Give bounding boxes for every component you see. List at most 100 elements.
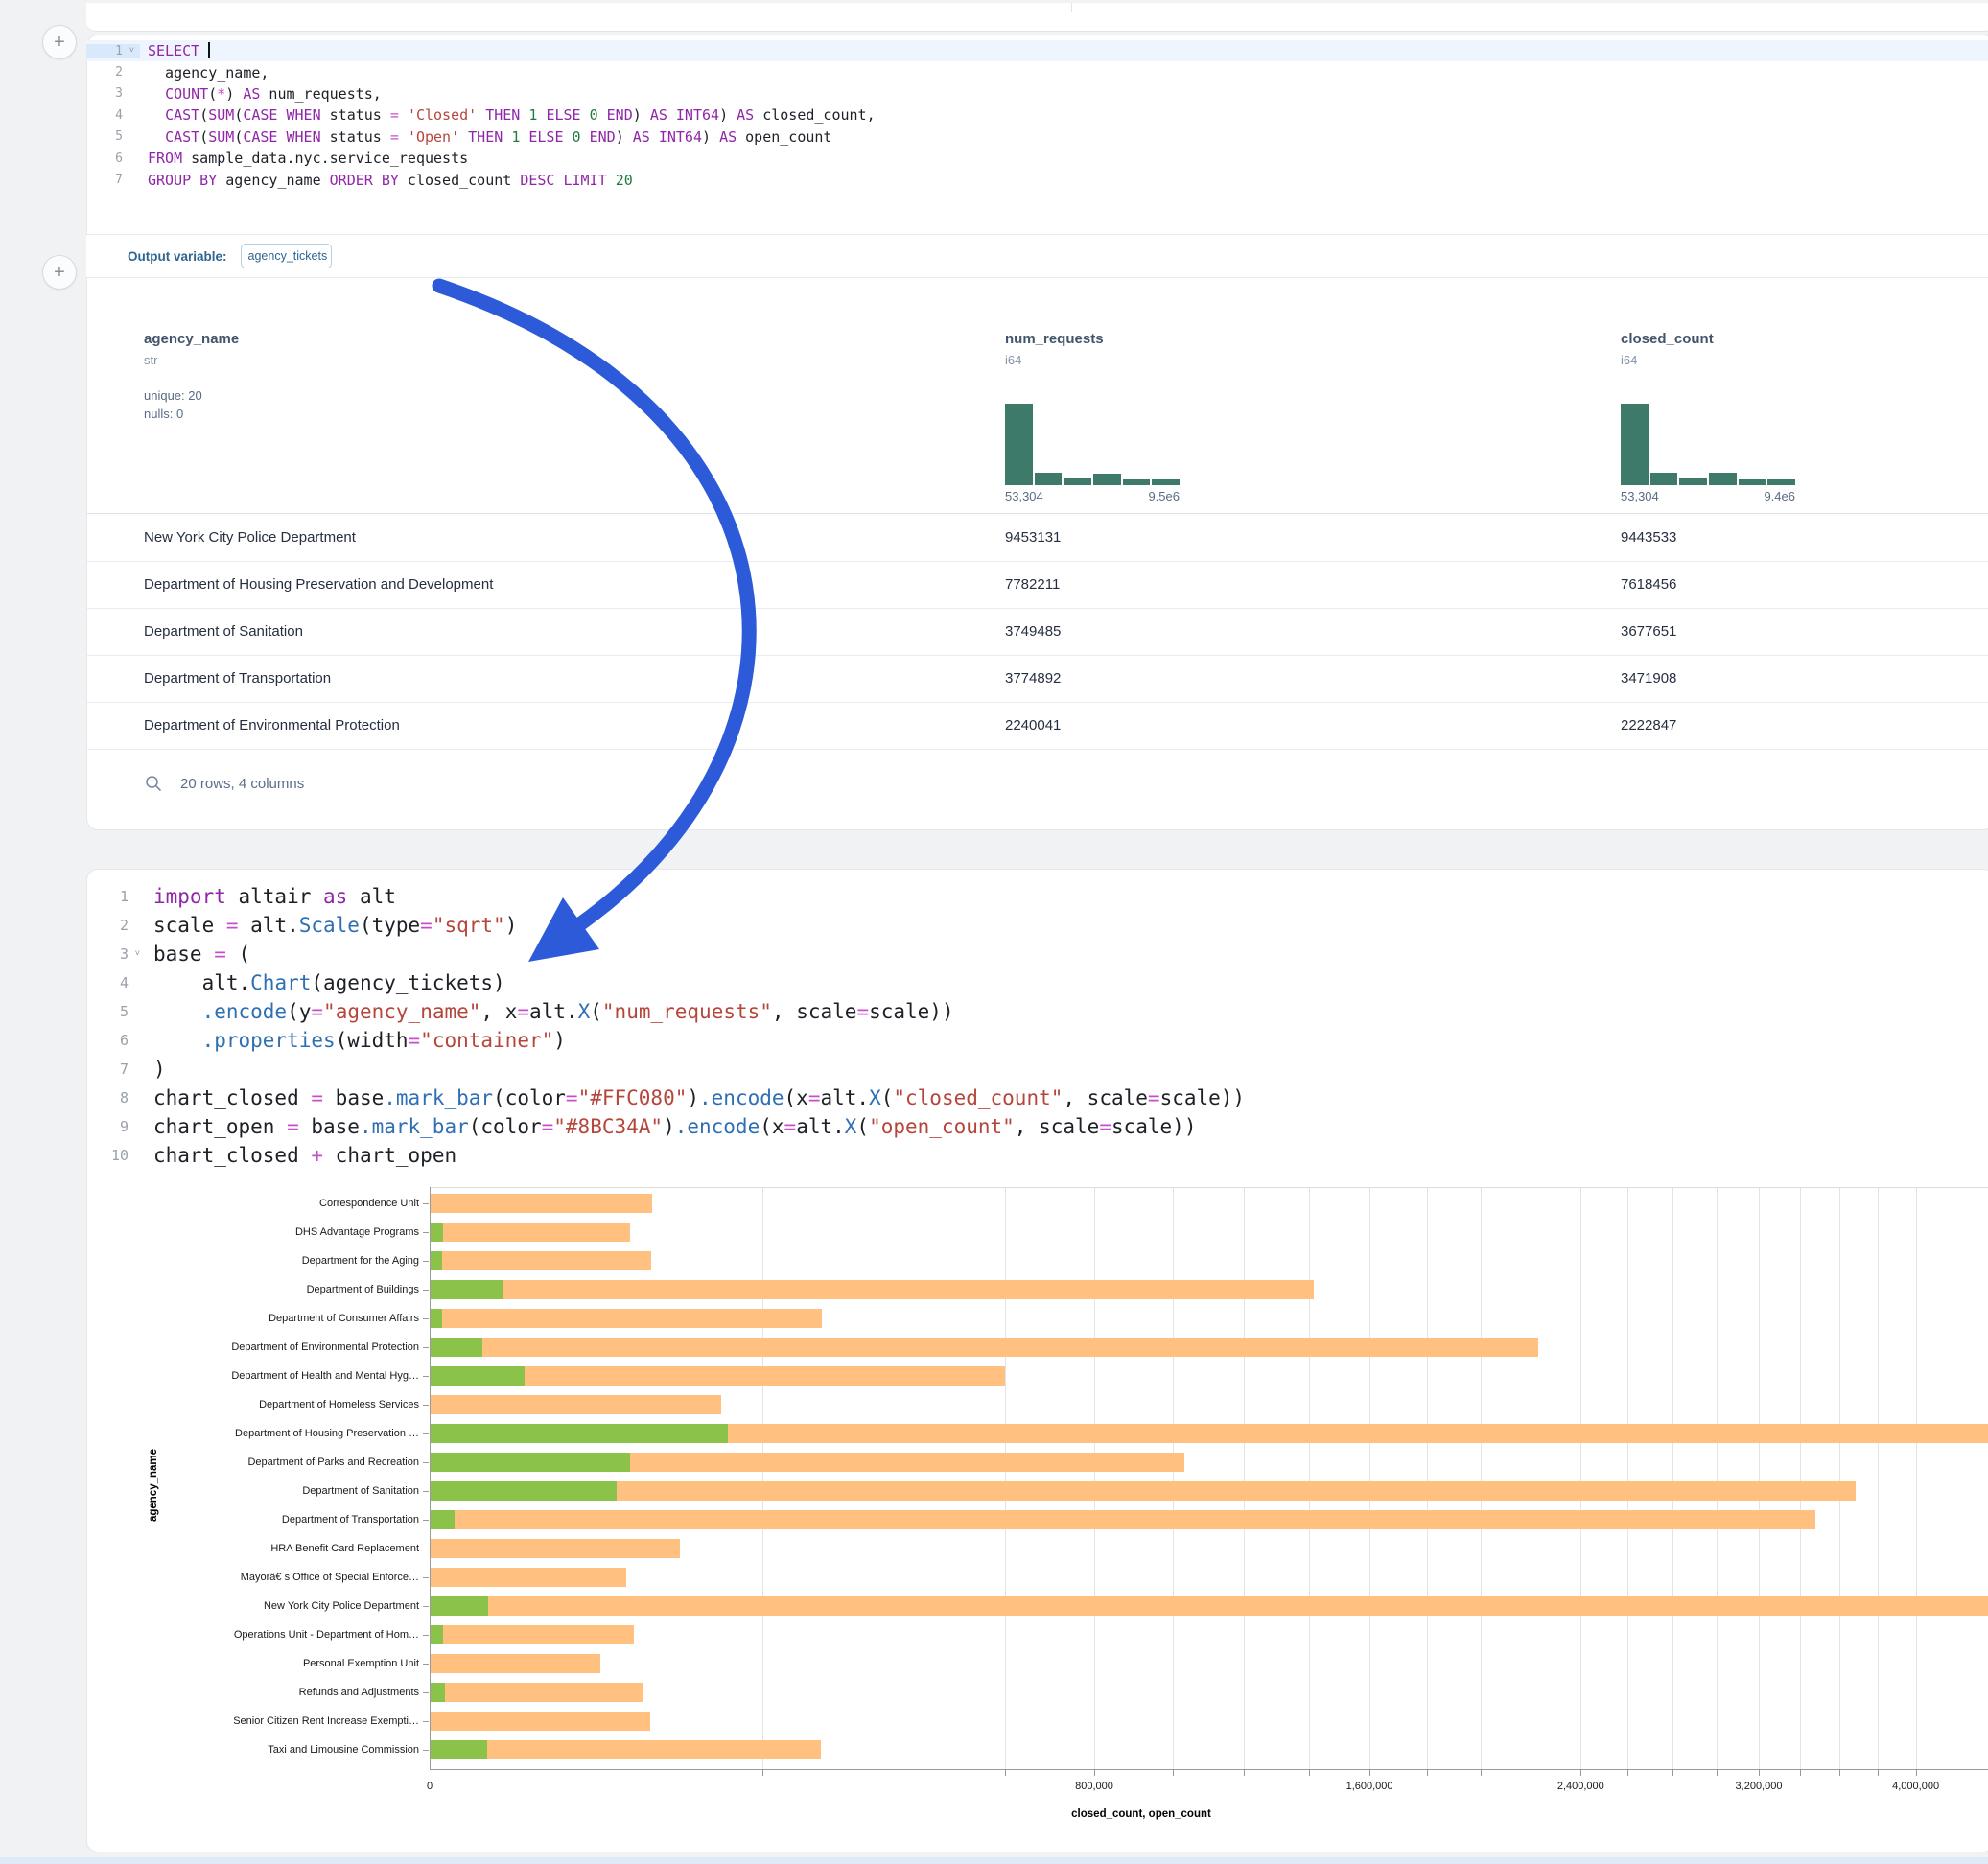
code-line[interactable]: 3 COUNT(*) AS num_requests, <box>86 83 1988 105</box>
code-line[interactable]: 8chart_closed = base.mark_bar(color="#FF… <box>92 1083 1988 1112</box>
line-number: 1˅ <box>86 44 140 58</box>
output-variable-pill[interactable]: agency_tickets <box>241 244 332 268</box>
line-number: 1 <box>92 888 146 905</box>
plus-icon: + <box>54 32 65 54</box>
code-line[interactable]: 1˅SELECT <box>86 40 1988 61</box>
code-line[interactable]: 5 CAST(SUM(CASE WHEN status = 'Open' THE… <box>86 127 1988 148</box>
code-line[interactable]: 10chart_closed + chart_open <box>92 1141 1988 1170</box>
table-header-divider <box>86 513 1988 514</box>
y-axis-category-label: Department of Health and Mental Hyg… <box>131 1370 419 1382</box>
bar-open-count <box>431 1740 487 1759</box>
code-line[interactable]: 3˅base = ( <box>92 940 1988 968</box>
y-axis-tick <box>423 1577 429 1578</box>
bar-closed-count <box>431 1654 600 1673</box>
x-axis-tick <box>1627 1770 1628 1776</box>
column-stat-unique: unique: 20 <box>144 388 239 403</box>
line-number: 3˅ <box>92 945 146 963</box>
code-line[interactable]: 4 CAST(SUM(CASE WHEN status = 'Closed' T… <box>86 105 1988 126</box>
chart-gridline <box>1173 1187 1174 1769</box>
code-text: ) <box>146 1058 166 1081</box>
bar-closed-count <box>431 1395 721 1414</box>
search-icon[interactable] <box>144 774 163 793</box>
y-axis-tick <box>423 1462 429 1463</box>
bar-open-count <box>431 1424 728 1443</box>
column-type: str <box>144 353 239 367</box>
chart-gridline <box>1481 1187 1482 1769</box>
column-name: agency_name <box>144 331 239 347</box>
column-header-agency-name[interactable]: agency_name str unique: 20 nulls: 0 <box>144 331 239 421</box>
y-axis-tick <box>423 1606 429 1607</box>
table-cell: Department of Sanitation <box>144 623 303 640</box>
code-line[interactable]: 6 .properties(width="container") <box>92 1026 1988 1055</box>
x-axis-tick-label: 800,000 <box>1075 1781 1113 1792</box>
chart-gridline <box>1916 1187 1917 1769</box>
line-number: 9 <box>92 1118 146 1135</box>
chart-gridline <box>1878 1187 1879 1769</box>
chart-gridline <box>1839 1187 1840 1769</box>
add-cell-button-middle[interactable]: + <box>42 255 77 290</box>
x-axis-tick <box>1481 1770 1482 1776</box>
bar-closed-count <box>431 1280 1314 1299</box>
table-cell: Department of Transportation <box>144 670 331 687</box>
code-line[interactable]: 6FROM sample_data.nyc.service_requests <box>86 148 1988 169</box>
y-axis-category-label: Operations Unit - Department of Hom… <box>131 1629 419 1641</box>
code-line[interactable]: 2 agency_name, <box>86 61 1988 82</box>
column-histogram-closed-count <box>1621 403 1795 485</box>
table-cell: 2240041 <box>1005 717 1061 734</box>
output-variable-row: Output variable: agency_tickets <box>86 234 1988 278</box>
histogram-bar <box>1739 479 1766 485</box>
y-axis-tick <box>423 1692 429 1693</box>
y-axis-tick <box>423 1721 429 1722</box>
table-cell: 9443533 <box>1621 529 1676 546</box>
x-axis-tick <box>1717 1770 1718 1776</box>
code-text: CAST(SUM(CASE WHEN status = 'Open' THEN … <box>140 128 831 146</box>
code-line[interactable]: 7) <box>92 1055 1988 1083</box>
code-text: .encode(y="agency_name", x=alt.X("num_re… <box>146 1000 954 1023</box>
table-row: Department of Housing Preservation and D… <box>86 562 1988 609</box>
code-text: CAST(SUM(CASE WHEN status = 'Closed' THE… <box>140 106 876 124</box>
code-line[interactable]: 9chart_open = base.mark_bar(color="#8BC3… <box>92 1112 1988 1141</box>
table-cell: 7618456 <box>1621 576 1676 593</box>
chevron-down-icon[interactable]: ˅ <box>130 949 140 959</box>
y-axis-tick <box>423 1232 429 1233</box>
bar-open-count <box>431 1338 482 1357</box>
code-line[interactable]: 1import altair as alt <box>92 882 1988 911</box>
column-header-num-requests[interactable]: num_requests i64 <box>1005 331 1104 367</box>
line-number: 2 <box>86 65 140 80</box>
table-row: Department of Environmental Protection22… <box>86 703 1988 750</box>
x-axis-tick-label: 1,600,000 <box>1346 1781 1393 1792</box>
chart-gridline <box>1094 1187 1095 1769</box>
code-line[interactable]: 4 alt.Chart(agency_tickets) <box>92 968 1988 997</box>
chevron-down-icon[interactable]: ˅ <box>125 46 134 56</box>
bar-closed-count <box>431 1338 1538 1357</box>
y-axis-category-label: Personal Exemption Unit <box>131 1658 419 1669</box>
histogram-labels: 53,304 9.5e6 <box>1005 489 1180 503</box>
histogram-bar <box>1650 473 1678 485</box>
y-axis-tick <box>423 1405 429 1406</box>
table-row: Department of Sanitation37494853677651 <box>86 609 1988 656</box>
previous-cell-column-divider <box>1071 3 1072 12</box>
y-axis-category-label: Taxi and Limousine Commission <box>131 1744 419 1756</box>
bar-closed-count <box>431 1481 1856 1501</box>
histogram-bar <box>1621 404 1649 485</box>
code-line[interactable]: 7GROUP BY agency_name ORDER BY closed_co… <box>86 169 1988 190</box>
histogram-bar <box>1123 479 1151 485</box>
sql-code-editor[interactable]: 1˅SELECT 2 agency_name,3 COUNT(*) AS num… <box>86 40 1988 191</box>
column-header-closed-count[interactable]: closed_count i64 <box>1621 331 1714 367</box>
x-axis-tick-label: 3,200,000 <box>1736 1781 1783 1792</box>
bar-closed-count <box>431 1510 1815 1529</box>
histogram-min-label: 53,304 <box>1005 489 1043 503</box>
code-line[interactable]: 5 .encode(y="agency_name", x=alt.X("num_… <box>92 997 1988 1026</box>
x-axis-tick <box>1427 1770 1428 1776</box>
table-footer: 20 rows, 4 columns <box>86 764 1988 803</box>
code-text: SELECT <box>140 42 210 59</box>
line-number: 4 <box>92 974 146 991</box>
x-axis-tick-label: 2,400,000 <box>1557 1781 1604 1792</box>
table-row: Department of Transportation377489234719… <box>86 656 1988 703</box>
line-number: 7 <box>92 1060 146 1078</box>
python-code-editor[interactable]: 1import altair as alt2scale = alt.Scale(… <box>92 882 1988 1170</box>
x-axis-tick <box>762 1770 763 1776</box>
x-axis-line <box>430 1769 1988 1770</box>
add-cell-button-top[interactable]: + <box>42 25 77 59</box>
code-line[interactable]: 2scale = alt.Scale(type="sqrt") <box>92 911 1988 940</box>
